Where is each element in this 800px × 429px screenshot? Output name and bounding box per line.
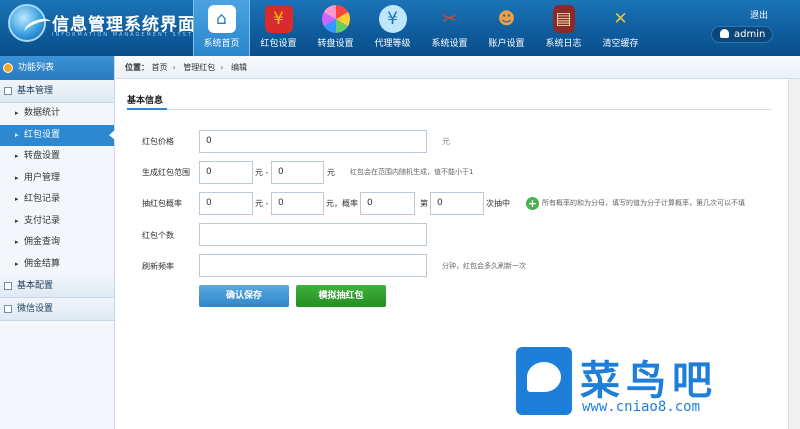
sidebar-item-redpacket[interactable]: 红包设置 bbox=[0, 124, 115, 146]
price-input[interactable]: 0 bbox=[199, 130, 427, 153]
range-min-input[interactable]: 0 bbox=[199, 161, 253, 184]
range-hint: 红包会在范围内随机生成，值不能小于1 bbox=[350, 168, 474, 176]
refresh-input[interactable] bbox=[199, 254, 427, 277]
watermark-title: 菜鸟吧 bbox=[580, 357, 718, 404]
refresh-label: 刷新频率 bbox=[142, 262, 174, 271]
logout-link[interactable]: 退出 bbox=[750, 8, 768, 21]
sidebar-group-config[interactable]: 基本配置 bbox=[0, 275, 114, 298]
add-icon[interactable]: + bbox=[526, 197, 539, 210]
user-badge[interactable]: admin bbox=[711, 26, 773, 43]
prob-sep4: 次抽中 bbox=[486, 199, 510, 208]
refresh-hint: 分钟，红包会多久刷新一次 bbox=[442, 262, 526, 270]
prob-sep3: 第 bbox=[420, 199, 428, 208]
breadcrumb-edit: 编辑 bbox=[231, 63, 248, 72]
user-icon bbox=[720, 29, 729, 38]
range-label: 生成红包范围 bbox=[142, 168, 190, 177]
prob-max-input[interactable]: 0 bbox=[271, 192, 324, 215]
scrollbar[interactable] bbox=[788, 79, 800, 429]
sidebar-title: 功能列表 bbox=[0, 56, 114, 80]
username: admin bbox=[734, 29, 766, 40]
count-input[interactable] bbox=[199, 223, 427, 246]
bird-icon bbox=[527, 362, 561, 392]
price-unit: 元 bbox=[442, 137, 450, 146]
tools-icon: ✂ bbox=[442, 9, 457, 29]
breadcrumb: 位置： 首页 › 管理红包 › 编辑 bbox=[116, 56, 800, 79]
sidebar-item-users[interactable]: 用户管理 bbox=[0, 168, 114, 190]
logo-icon bbox=[8, 4, 54, 42]
prob-sep2: 元，概率 bbox=[326, 199, 358, 208]
sidebar-item-wheel[interactable]: 转盘设置 bbox=[0, 146, 114, 168]
divider-accent bbox=[127, 108, 167, 110]
breadcrumb-manage[interactable]: 管理红包 bbox=[183, 63, 215, 72]
divider bbox=[127, 109, 771, 110]
range-max-input[interactable]: 0 bbox=[271, 161, 324, 184]
sidebar-item-commission-settle[interactable]: 佣金结算 bbox=[0, 254, 114, 276]
folder-icon bbox=[4, 305, 12, 313]
nav-home[interactable]: ⌂ 系统首页 bbox=[193, 0, 250, 56]
folder-icon bbox=[4, 87, 12, 95]
nav-account[interactable]: ☻ 账户设置 bbox=[478, 0, 535, 56]
sidebar-item-redpacket-log[interactable]: 红包记录 bbox=[0, 189, 114, 211]
folder-icon bbox=[4, 282, 12, 290]
nav-log[interactable]: ▤ 系统日志 bbox=[535, 0, 592, 56]
nav-wheel[interactable]: 转盘设置 bbox=[307, 0, 364, 56]
count-label: 红包个数 bbox=[142, 231, 174, 240]
range-unit: 元 bbox=[327, 168, 335, 177]
sidebar: 功能列表 基本管理 数据统计 红包设置 转盘设置 用户管理 红包记录 支付记录 … bbox=[0, 56, 115, 429]
sidebar-item-stats[interactable]: 数据统计 bbox=[0, 103, 114, 125]
prob-hint: 所有概率的和为分母，填写的值为分子计算概率，第几次可以不填 bbox=[542, 199, 745, 207]
watermark-url: www.cniao8.com bbox=[582, 399, 701, 415]
user-icon: ☻ bbox=[497, 9, 516, 29]
red-envelope-icon: ¥ bbox=[264, 5, 293, 33]
header-bar: 信息管理系统界面 INFORMATION MANAGEMENT SYSTEM G… bbox=[0, 0, 800, 56]
book-icon: ▤ bbox=[552, 5, 575, 33]
sidebar-group-wechat[interactable]: 微信设置 bbox=[0, 298, 114, 321]
prob-label: 抽红包概率 bbox=[142, 199, 182, 208]
breadcrumb-home[interactable]: 首页 bbox=[152, 63, 168, 72]
nav-agent[interactable]: ¥ 代理等级 bbox=[364, 0, 421, 56]
save-button[interactable]: 确认保存 bbox=[199, 285, 289, 307]
nav-clear-cache[interactable]: ✕ 清空缓存 bbox=[592, 0, 649, 56]
prob-rate-input[interactable]: 0 bbox=[360, 192, 415, 215]
price-label: 红包价格 bbox=[142, 137, 174, 146]
sidebar-item-commission-query[interactable]: 佣金查询 bbox=[0, 232, 114, 254]
prob-nth-input[interactable]: 0 bbox=[430, 192, 484, 215]
section-title: 基本信息 bbox=[127, 96, 164, 106]
top-nav: ⌂ 系统首页 ¥ 红包设置 转盘设置 ¥ 代理等级 ✂ 系统设置 ☻ 账户设置 … bbox=[193, 0, 649, 56]
clear-icon: ✕ bbox=[613, 9, 628, 29]
nav-settings[interactable]: ✂ 系统设置 bbox=[421, 0, 478, 56]
sidebar-item-payments[interactable]: 支付记录 bbox=[0, 211, 114, 233]
wheel-icon bbox=[321, 5, 350, 33]
chevron-down-icon bbox=[3, 63, 13, 73]
prob-sep1: 元 - bbox=[255, 199, 269, 208]
range-sep: 元 - bbox=[255, 168, 269, 177]
home-icon: ⌂ bbox=[207, 5, 236, 33]
nav-redpacket[interactable]: ¥ 红包设置 bbox=[250, 0, 307, 56]
sidebar-group-basic[interactable]: 基本管理 bbox=[0, 80, 114, 103]
simulate-button[interactable]: 模拟抽红包 bbox=[296, 285, 386, 307]
money-icon: ¥ bbox=[378, 5, 407, 33]
prob-min-input[interactable]: 0 bbox=[199, 192, 253, 215]
